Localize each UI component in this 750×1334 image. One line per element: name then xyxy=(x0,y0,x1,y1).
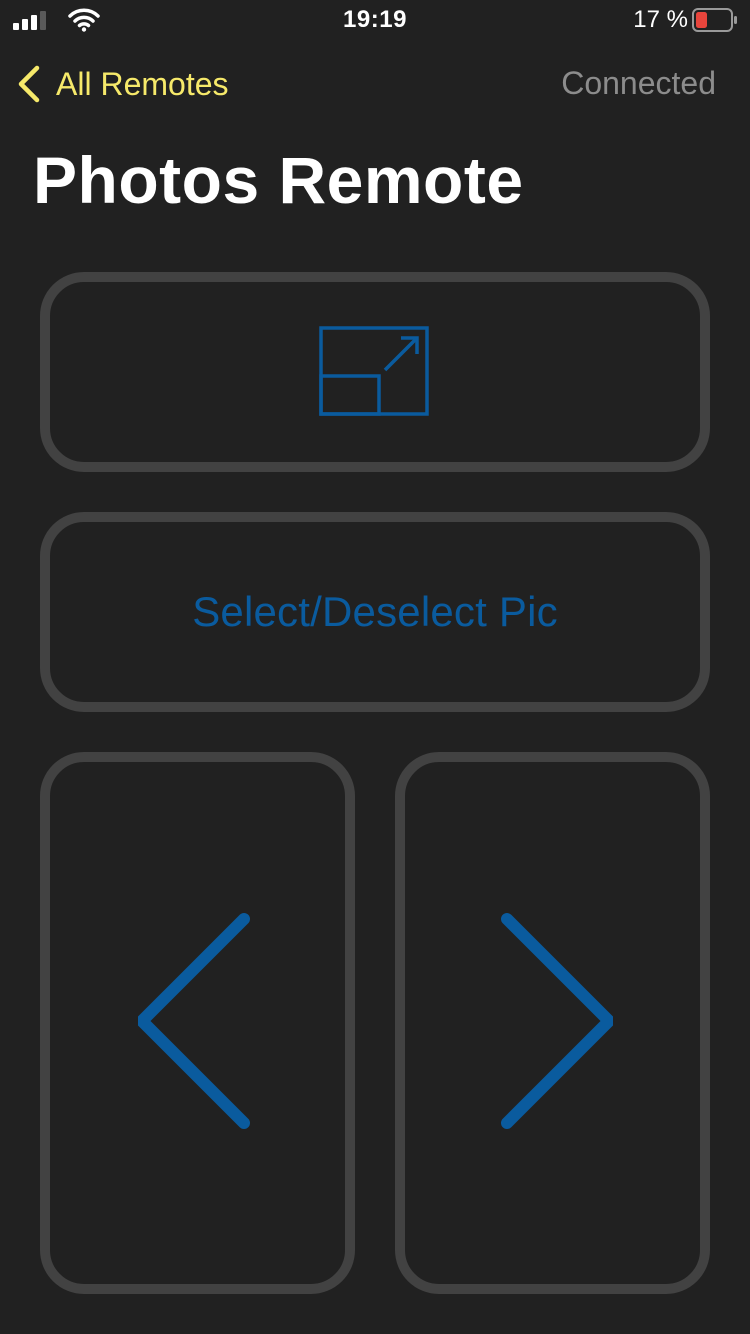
back-button[interactable]: All Remotes xyxy=(16,62,229,106)
back-button-label: All Remotes xyxy=(56,65,229,102)
chevron-left-icon xyxy=(18,65,40,103)
battery-percentage: 17 % xyxy=(633,6,688,33)
chevron-right-icon xyxy=(500,913,613,1129)
battery-icon xyxy=(692,8,737,32)
previous-photo-button[interactable] xyxy=(40,752,355,1294)
status-bar: 19:19 17 % xyxy=(0,0,750,40)
chevron-left-icon xyxy=(137,913,250,1129)
select-deselect-label: Select/Deselect Pic xyxy=(192,588,558,635)
select-deselect-button[interactable]: Select/Deselect Pic xyxy=(40,512,710,712)
battery-fill xyxy=(696,12,707,28)
page-title: Photos Remote xyxy=(33,143,524,217)
fullscreen-button[interactable] xyxy=(40,272,710,472)
connection-status: Connected xyxy=(561,65,716,101)
next-photo-button[interactable] xyxy=(395,752,710,1294)
fullscreen-toggle-icon xyxy=(319,326,429,416)
